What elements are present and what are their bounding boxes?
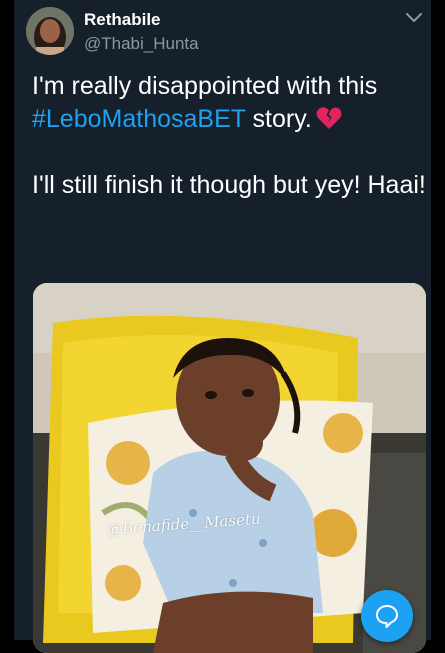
broken-heart-icon (316, 106, 342, 130)
hashtag-link[interactable]: #LeboMathosaBET (32, 105, 246, 133)
tweet-text-suffix: story. (245, 105, 312, 133)
screen-edge-left (0, 0, 14, 640)
tweet-text-line: I'm really disappointed with this #LeboM… (32, 70, 428, 136)
tweet-card[interactable]: Rethabile @Thabi_Hunta I'm really disapp… (0, 0, 445, 653)
chevron-down-icon[interactable] (404, 10, 424, 26)
screen-edge-right (431, 0, 445, 640)
reply-bubble-icon (376, 605, 398, 628)
tweet-text-paragraph-2: I'll still finish it though but yey! Haa… (32, 171, 426, 199)
tweet-text: I'm really disappointed with this #LeboM… (32, 70, 428, 202)
display-name[interactable]: Rethabile (84, 10, 161, 30)
tweet-text-prefix: I'm really disappointed with this (32, 72, 378, 100)
reply-fab-button[interactable] (361, 590, 413, 642)
avatar[interactable] (26, 7, 74, 55)
user-handle[interactable]: @Thabi_Hunta (84, 34, 199, 54)
